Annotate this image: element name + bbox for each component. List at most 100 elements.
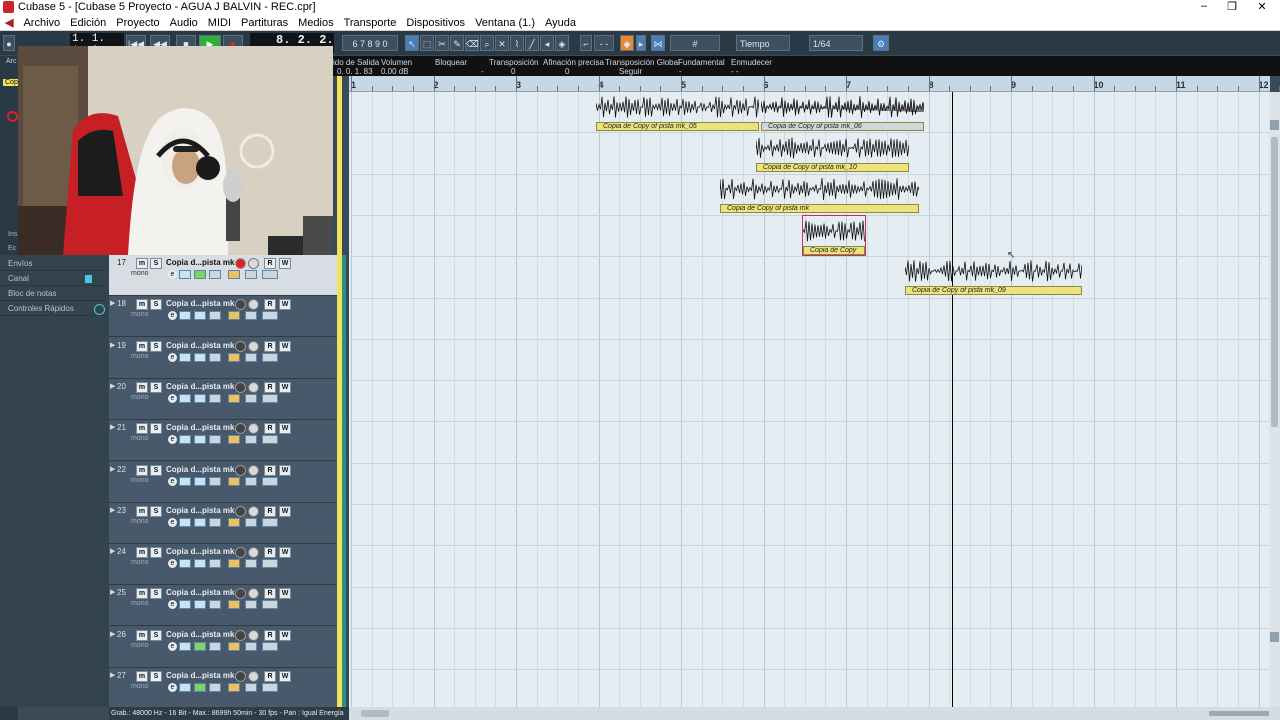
- track-row[interactable]: ▶ 18 m S Copia d...pista mk R Wmono e: [109, 296, 337, 338]
- lock-icon[interactable]: [228, 559, 240, 569]
- edit-channel-button[interactable]: e: [168, 600, 177, 610]
- mute-button[interactable]: m: [136, 340, 148, 352]
- inspector-section-quick-controls[interactable]: Controles Rápidos: [0, 302, 106, 316]
- edit-channel-button[interactable]: e: [168, 476, 177, 486]
- expand-icon[interactable]: ▶: [110, 547, 115, 555]
- solo-button[interactable]: S: [150, 547, 162, 559]
- solo-button[interactable]: S: [150, 629, 162, 641]
- record-enable-icon[interactable]: [235, 547, 246, 559]
- folder-icon[interactable]: [245, 600, 257, 610]
- lock-icon[interactable]: [228, 683, 240, 692]
- sends-icon[interactable]: [209, 270, 221, 279]
- solo-button[interactable]: S: [150, 299, 162, 311]
- split-tool-icon[interactable]: ✂: [435, 35, 449, 51]
- zoom-tool-icon[interactable]: ⌕: [480, 35, 494, 51]
- folder-icon[interactable]: [245, 270, 257, 279]
- inserts-icon[interactable]: [179, 311, 191, 321]
- folder-icon[interactable]: [245, 683, 257, 692]
- lanes-icon[interactable]: [262, 311, 278, 321]
- write-automation-button[interactable]: W: [279, 547, 291, 559]
- folder-icon[interactable]: [245, 435, 257, 445]
- solo-button[interactable]: S: [150, 340, 162, 352]
- mute-button[interactable]: m: [136, 588, 148, 600]
- monitor-icon[interactable]: [248, 423, 259, 435]
- expand-icon[interactable]: ▶: [110, 630, 115, 638]
- menu-audio[interactable]: Audio: [165, 16, 203, 30]
- record-enable-icon[interactable]: [235, 464, 246, 476]
- lanes-icon[interactable]: [262, 600, 278, 610]
- lock-icon[interactable]: [228, 641, 240, 651]
- inserts-icon[interactable]: [179, 641, 191, 651]
- expand-icon[interactable]: ▶: [110, 341, 115, 349]
- horizontal-scrollbar[interactable]: [349, 707, 1280, 720]
- lanes-icon[interactable]: [262, 476, 278, 486]
- read-automation-button[interactable]: R: [264, 423, 276, 435]
- sends-icon[interactable]: [209, 559, 221, 569]
- info-value-mute[interactable]: - -: [731, 67, 739, 76]
- record-enable-icon[interactable]: [7, 111, 18, 122]
- lanes-icon[interactable]: [262, 393, 278, 403]
- write-automation-button[interactable]: W: [279, 505, 291, 517]
- eq-icon[interactable]: [194, 311, 206, 321]
- play-tool-icon[interactable]: ◂: [540, 35, 554, 51]
- expand-icon[interactable]: ▶: [110, 299, 115, 307]
- write-automation-button[interactable]: W: [279, 423, 291, 435]
- folder-icon[interactable]: [245, 476, 257, 486]
- record-enable-icon[interactable]: [235, 588, 246, 600]
- audio-event[interactable]: Copia de Copy: [802, 215, 866, 256]
- sends-icon[interactable]: [209, 393, 221, 403]
- info-value-lock[interactable]: -: [481, 67, 484, 76]
- snap-mode-icon[interactable]: ▸: [636, 35, 646, 51]
- info-value-volume[interactable]: 0.00 dB: [381, 67, 409, 76]
- monitor-icon[interactable]: [248, 299, 259, 311]
- read-automation-button[interactable]: R: [264, 464, 276, 476]
- vertical-scrollbar[interactable]: [1269, 92, 1280, 707]
- expand-icon[interactable]: ▶: [110, 588, 115, 596]
- track-row[interactable]: ▶ 27 m S Copia d...pista mk R Wmono e: [109, 668, 337, 709]
- track-name[interactable]: Copia d...pista mk: [166, 258, 234, 267]
- folder-icon[interactable]: [245, 641, 257, 651]
- write-automation-button[interactable]: W: [279, 340, 291, 352]
- expand-icon[interactable]: ▶: [110, 506, 115, 514]
- lock-icon[interactable]: [228, 600, 240, 610]
- scroll-down-icon[interactable]: [1270, 632, 1279, 642]
- edit-channel-button[interactable]: e: [168, 559, 177, 569]
- minimize-icon[interactable]: –: [1191, 0, 1217, 12]
- inserts-icon[interactable]: [179, 600, 191, 610]
- lanes-icon[interactable]: [262, 641, 278, 651]
- write-automation-button[interactable]: W: [279, 299, 291, 311]
- monitor-icon[interactable]: [248, 588, 259, 600]
- track-row[interactable]: ▶ 24 m S Copia d...pista mk R Wmono e: [109, 544, 337, 586]
- read-automation-button[interactable]: R: [264, 629, 276, 641]
- eraser-tool-icon[interactable]: ⌫: [465, 35, 479, 51]
- track-name[interactable]: Copia d...pista mk: [166, 465, 234, 474]
- mute-button[interactable]: m: [136, 547, 148, 559]
- sends-icon[interactable]: [209, 311, 221, 321]
- lock-icon[interactable]: [228, 393, 240, 403]
- track-row[interactable]: ▶ 19 m S Copia d...pista mk R Wmono e: [109, 337, 337, 379]
- eq-icon[interactable]: [194, 352, 206, 362]
- info-value-root[interactable]: -: [679, 67, 682, 76]
- app-menu-icon[interactable]: ◀: [0, 15, 18, 30]
- mute-button[interactable]: m: [136, 258, 148, 269]
- record-enable-icon[interactable]: [235, 671, 246, 682]
- lanes-icon[interactable]: [262, 683, 278, 692]
- solo-button[interactable]: S: [150, 381, 162, 393]
- restore-icon[interactable]: ❐: [1219, 0, 1245, 13]
- expand-icon[interactable]: ▶: [110, 382, 115, 390]
- edit-channel-button[interactable]: e: [168, 352, 177, 362]
- quick-controls-icon[interactable]: [94, 304, 105, 315]
- eq-icon[interactable]: [194, 393, 206, 403]
- object-selection-tool-icon[interactable]: ↖: [405, 35, 419, 51]
- lock-icon[interactable]: [228, 476, 240, 486]
- snap-zero-crossing-icon[interactable]: ⋈: [651, 35, 665, 51]
- read-automation-button[interactable]: R: [264, 588, 276, 600]
- track-name[interactable]: Copia d...pista mk: [166, 299, 234, 308]
- grid-icon[interactable]: #: [670, 35, 720, 51]
- time-warp-tool-icon[interactable]: ⌇: [510, 35, 524, 51]
- automation-button[interactable]: 6 7 8 9 0: [342, 35, 398, 51]
- monitor-icon[interactable]: [248, 381, 259, 393]
- write-automation-button[interactable]: W: [279, 258, 291, 269]
- inserts-icon[interactable]: [179, 476, 191, 486]
- audio-event[interactable]: Copia de Copy of pista mk_10: [756, 133, 909, 172]
